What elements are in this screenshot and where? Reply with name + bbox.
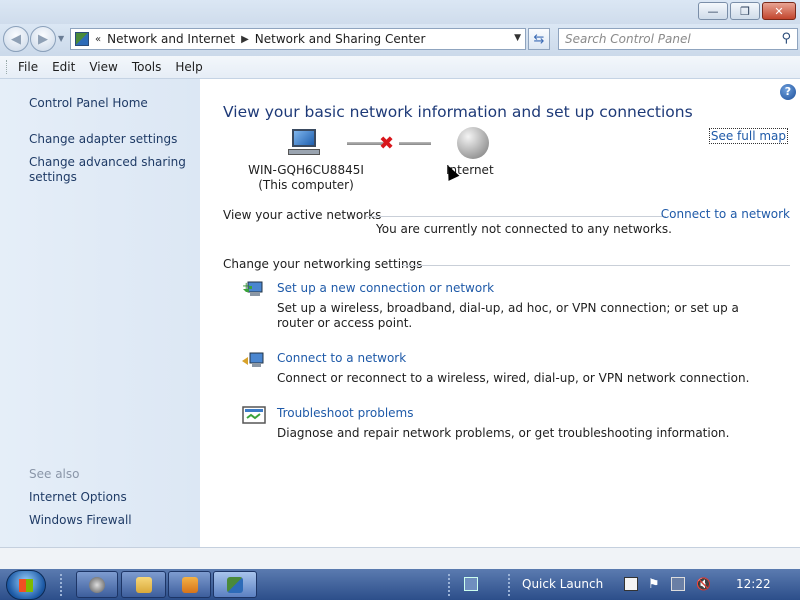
document-icon[interactable] xyxy=(624,577,638,591)
disconnected-x-icon[interactable]: ✖ xyxy=(379,133,394,154)
action-center-flag-icon[interactable]: ⚑ xyxy=(648,577,662,592)
computer-name: WIN-GQH6CU8845I xyxy=(248,163,364,177)
status-bar xyxy=(0,547,800,569)
network-link-line xyxy=(399,142,431,145)
menu-view[interactable]: View xyxy=(89,60,117,74)
media-player-icon xyxy=(181,576,198,593)
connect-network-icon[interactable] xyxy=(242,350,266,372)
connect-network-desc: Connect or reconnect to a wireless, wire… xyxy=(277,371,750,385)
menu-tools[interactable]: Tools xyxy=(132,60,162,74)
taskbar-explorer[interactable] xyxy=(121,571,166,598)
sidebar-control-panel-home[interactable]: Control Panel Home xyxy=(29,96,148,111)
back-button[interactable]: ◀ xyxy=(3,26,29,52)
connect-network-link[interactable]: Connect to a network xyxy=(277,351,406,365)
help-icon[interactable]: ? xyxy=(780,84,796,100)
troubleshoot-desc: Diagnose and repair network problems, or… xyxy=(277,426,730,440)
setup-connection-icon[interactable]: + xyxy=(242,279,266,301)
taskbar: Quick Launch ⚑ 🔇 12:22 xyxy=(0,569,800,600)
settings-header: Change your networking settings xyxy=(223,257,423,271)
taskbar-app-1[interactable] xyxy=(76,571,118,598)
sidebar-change-advanced-sharing[interactable]: Change advanced sharing settings xyxy=(29,155,189,185)
forward-button[interactable]: ▶ xyxy=(30,26,56,52)
app-icon xyxy=(89,576,105,593)
maximize-button[interactable]: ❐ xyxy=(730,2,760,20)
taskbar-control-panel[interactable] xyxy=(213,571,257,598)
quick-launch-label[interactable]: Quick Launch xyxy=(522,577,603,591)
taskbar-grip[interactable] xyxy=(508,574,512,596)
navigation-bar: ◀ ▶ ▼ « Network and Internet ▶ Network a… xyxy=(0,24,800,56)
search-input[interactable]: Search Control Panel ⚲ xyxy=(558,28,798,50)
section-divider xyxy=(366,216,666,217)
menu-file[interactable]: File xyxy=(18,60,38,74)
sidebar-internet-options[interactable]: Internet Options xyxy=(29,490,127,505)
setup-connection-desc: Set up a wireless, broadband, dial-up, a… xyxy=(277,301,739,330)
refresh-button[interactable]: ⇆ xyxy=(528,28,550,50)
menu-bar: File Edit View Tools Help xyxy=(0,56,800,79)
page-title: View your basic network information and … xyxy=(223,103,693,121)
close-button[interactable]: ✕ xyxy=(762,2,796,20)
internet-globe-icon[interactable] xyxy=(457,127,489,159)
breadcrumb-overflow[interactable]: « xyxy=(95,34,101,45)
computer-label: WIN-GQH6CU8845I (This computer) xyxy=(240,163,372,193)
network-disconnected-icon[interactable] xyxy=(671,577,685,591)
computer-sub: (This computer) xyxy=(258,178,354,192)
taskbar-grip[interactable] xyxy=(60,574,64,596)
windows-flag-icon xyxy=(19,579,33,592)
start-button[interactable] xyxy=(6,570,46,600)
see-full-map-link[interactable]: See full map xyxy=(708,128,788,144)
taskbar-media-player[interactable] xyxy=(168,571,211,598)
setup-connection-link[interactable]: Set up a new connection or network xyxy=(277,281,494,295)
show-desktop-icon[interactable] xyxy=(464,577,478,591)
breadcrumb-separator-icon[interactable]: ▶ xyxy=(241,34,249,45)
window-controls: — ❐ ✕ xyxy=(698,2,796,20)
folder-icon xyxy=(135,576,152,593)
see-also-header: See also xyxy=(29,467,80,481)
computer-icon[interactable] xyxy=(288,129,320,157)
menu-grip xyxy=(6,60,10,74)
address-bar[interactable]: « Network and Internet ▶ Network and Sha… xyxy=(70,28,526,50)
troubleshoot-icon[interactable] xyxy=(242,405,266,427)
search-placeholder: Search Control Panel xyxy=(565,32,691,46)
sidebar-change-adapter-settings[interactable]: Change adapter settings xyxy=(29,132,177,147)
breadcrumb-network-and-internet[interactable]: Network and Internet xyxy=(107,32,235,46)
connect-to-network-link[interactable]: Connect to a network xyxy=(661,207,790,221)
search-icon[interactable]: ⚲ xyxy=(781,31,791,46)
menu-help[interactable]: Help xyxy=(175,60,202,74)
sidebar: Control Panel Home Change adapter settin… xyxy=(0,79,200,547)
clock[interactable]: 12:22 xyxy=(736,577,771,591)
troubleshoot-link[interactable]: Troubleshoot problems xyxy=(277,406,413,420)
taskbar-grip[interactable] xyxy=(448,574,452,596)
not-connected-status: You are currently not connected to any n… xyxy=(376,222,672,236)
minimize-button[interactable]: — xyxy=(698,2,728,20)
recent-pages-dropdown-icon[interactable]: ▼ xyxy=(58,34,64,43)
section-divider xyxy=(402,265,790,266)
breadcrumb-network-sharing-center[interactable]: Network and Sharing Center xyxy=(255,32,426,46)
main-content: ? View your basic network information an… xyxy=(200,79,800,547)
control-panel-icon xyxy=(227,576,243,593)
title-bar: — ❐ ✕ xyxy=(0,0,800,24)
volume-muted-icon[interactable]: 🔇 xyxy=(696,577,711,591)
active-networks-header: View your active networks xyxy=(223,208,382,222)
control-panel-icon xyxy=(75,32,89,46)
menu-edit[interactable]: Edit xyxy=(52,60,75,74)
sidebar-windows-firewall[interactable]: Windows Firewall xyxy=(29,513,132,528)
svg-text:+: + xyxy=(242,281,250,292)
address-dropdown-icon[interactable]: ▼ xyxy=(514,33,521,43)
